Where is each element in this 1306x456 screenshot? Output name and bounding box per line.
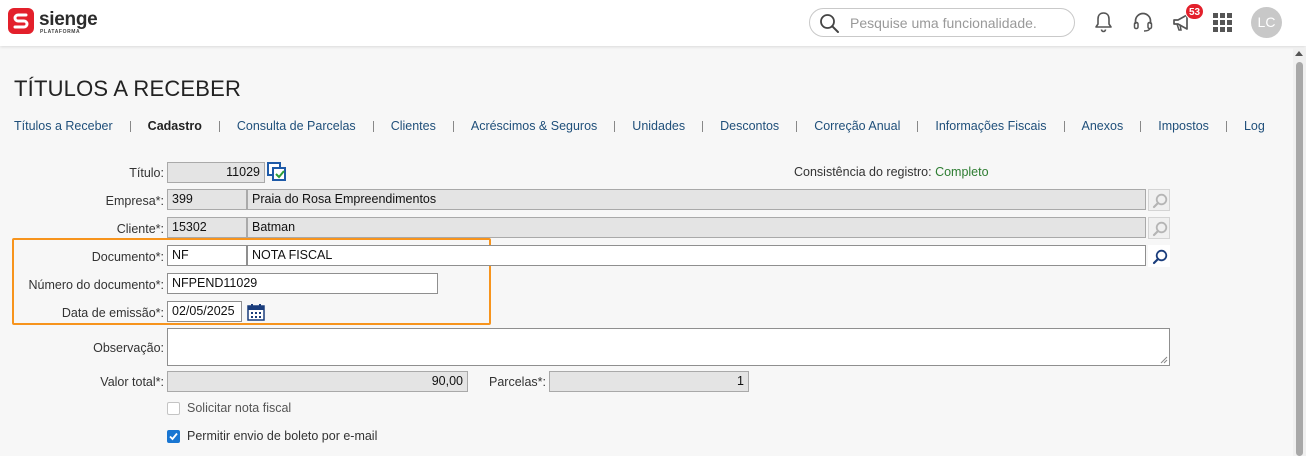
tab-divider — [702, 120, 704, 132]
brand-subtitle: PLATAFORMA — [40, 29, 81, 35]
tab-divider — [796, 120, 798, 132]
top-header: sienge PLATAFORMA 53 LC — [0, 0, 1306, 46]
tab-correcao-anual[interactable]: Correção Anual — [814, 119, 900, 133]
tab-titulos-a-receber[interactable]: Títulos a Receber — [14, 119, 113, 133]
empresa-label: Empresa*: — [105, 194, 164, 208]
tab-divider — [1225, 120, 1227, 132]
parcelas-field: 1 — [549, 371, 749, 392]
documento-lookup-button[interactable] — [1148, 245, 1170, 267]
copy-icon[interactable] — [267, 162, 286, 181]
observacao-label: Observação: — [93, 341, 164, 355]
page-scrollbar[interactable] — [1293, 48, 1306, 456]
calendar-icon[interactable] — [247, 303, 265, 321]
apps-grid-icon[interactable] — [1213, 13, 1232, 32]
cliente-code-field: 15302 — [167, 217, 247, 238]
consistencia-status: Completo — [935, 165, 989, 179]
resize-grip-icon[interactable] — [1160, 356, 1168, 364]
numero-documento-label: Número do documento*: — [28, 278, 165, 292]
scroll-up-arrow-icon[interactable] — [1295, 51, 1303, 56]
tab-divider — [218, 120, 220, 132]
empresa-lookup-button — [1148, 189, 1170, 211]
tab-acrescimos-seguros[interactable]: Acréscimos & Seguros — [471, 119, 597, 133]
tab-log[interactable]: Log — [1244, 119, 1265, 133]
tab-unidades[interactable]: Unidades — [632, 119, 685, 133]
tab-divider — [129, 120, 131, 132]
permitir-boleto-checkbox[interactable] — [167, 430, 180, 443]
documento-name-field[interactable]: NOTA FISCAL — [247, 245, 1146, 266]
titulo-field: 11029 — [167, 162, 265, 183]
search-input[interactable] — [848, 12, 1068, 33]
solicitar-nota-fiscal-label: Solicitar nota fiscal — [187, 401, 292, 415]
cliente-lookup-button — [1148, 217, 1170, 239]
sienge-logo-mark-icon — [8, 8, 34, 34]
empresa-name-field: Praia do Rosa Empreendimentos — [247, 189, 1146, 210]
tab-divider — [614, 120, 616, 132]
sienge-logo[interactable]: sienge PLATAFORMA — [7, 7, 107, 39]
numero-documento-input[interactable]: NFPEND11029 — [167, 273, 438, 294]
consistencia-registro: Consistência do registro: Completo — [794, 165, 989, 179]
magnifier-icon[interactable] — [1152, 249, 1168, 265]
tab-cadastro[interactable]: Cadastro — [148, 119, 202, 133]
user-avatar[interactable]: LC — [1251, 7, 1282, 38]
permitir-boleto-label: Permitir envio de boleto por e-mail — [187, 429, 378, 443]
scroll-thumb[interactable] — [1296, 62, 1303, 456]
headset-icon[interactable] — [1132, 11, 1154, 33]
cliente-label: Cliente*: — [116, 222, 164, 236]
page-title: TÍTULOS A RECEBER — [14, 76, 242, 101]
search-icon[interactable] — [819, 13, 840, 34]
titulo-label: Título: — [129, 166, 164, 180]
search-box[interactable] — [809, 8, 1075, 37]
valor-total-field: 90,00 — [167, 371, 468, 392]
checkmark-icon — [169, 432, 178, 441]
tab-divider — [917, 120, 919, 132]
tab-divider — [372, 120, 374, 132]
valor-total-label: Valor total*: — [100, 375, 164, 389]
notifications-badge[interactable]: 53 — [1185, 3, 1205, 20]
documento-code-input[interactable]: NF — [167, 245, 247, 266]
bell-icon[interactable] — [1093, 11, 1114, 33]
tab-clientes[interactable]: Clientes — [391, 119, 436, 133]
solicitar-nota-fiscal-checkbox[interactable] — [167, 402, 180, 415]
consistencia-label: Consistência do registro: — [794, 165, 932, 179]
magnifier-disabled-icon — [1152, 193, 1168, 209]
data-emissao-input[interactable]: 02/05/2025 — [167, 301, 242, 322]
tab-impostos[interactable]: Impostos — [1158, 119, 1209, 133]
tab-descontos[interactable]: Descontos — [720, 119, 779, 133]
tab-divider — [1140, 120, 1142, 132]
tab-divider — [452, 120, 454, 132]
tab-anexos[interactable]: Anexos — [1082, 119, 1124, 133]
documento-label: Documento*: — [91, 250, 164, 264]
tab-informacoes-fiscais[interactable]: Informações Fiscais — [935, 119, 1046, 133]
tab-consulta-de-parcelas[interactable]: Consulta de Parcelas — [237, 119, 356, 133]
tab-bar: Títulos a Receber Cadastro Consulta de P… — [14, 117, 1265, 135]
parcelas-label: Parcelas*: — [489, 375, 546, 389]
empresa-code-field: 399 — [167, 189, 247, 210]
brand-name: sienge — [39, 9, 98, 30]
data-emissao-label: Data de emissão*: — [61, 306, 164, 320]
magnifier-disabled-icon — [1152, 221, 1168, 237]
observacao-textarea[interactable] — [167, 328, 1170, 366]
cliente-name-field: Batman — [247, 217, 1146, 238]
tab-divider — [1063, 120, 1065, 132]
